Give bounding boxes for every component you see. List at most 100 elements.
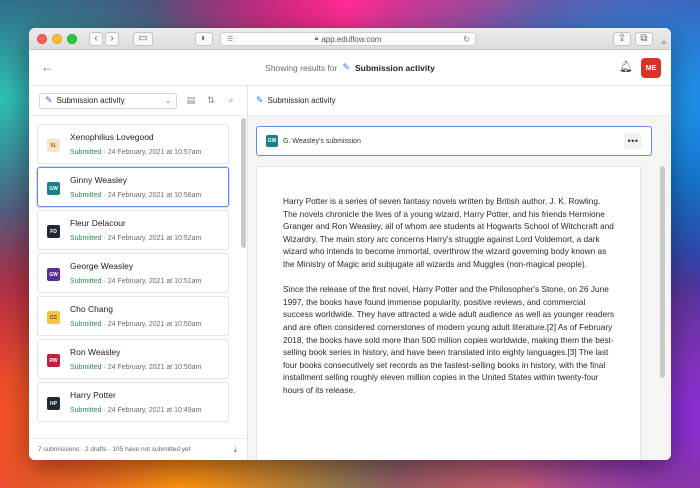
student-avatar: CC <box>47 311 60 324</box>
list-item[interactable]: XL Xenophilius Lovegood Submitted · 24 Feb… <box>37 124 229 164</box>
list-item[interactable]: GW Ginny Weasley Submitted · 24 February, … <box>37 167 229 207</box>
reload-icon[interactable]: ↻ <box>463 35 470 44</box>
student-name: Harry Potter <box>70 390 116 400</box>
submission-time: · 24 February, 2021 at 10:56am <box>101 192 202 199</box>
student-avatar: FD <box>47 225 60 238</box>
document-paragraph: Harry Potter is a series of seven fantas… <box>283 196 614 269</box>
student-avatar: GW <box>47 182 60 195</box>
tabs-icon: ⧉ <box>640 33 648 44</box>
student-avatar: XL <box>47 139 60 152</box>
submission-time: · 24 February, 2021 at 10:50am <box>101 321 202 328</box>
pen-icon: ✎ <box>45 95 53 105</box>
student-avatar: RW <box>47 354 60 367</box>
shield-icon: ◐ <box>200 33 208 44</box>
more-options-button[interactable]: ••• <box>624 133 642 149</box>
student-name: Ginny Weasley <box>70 175 128 185</box>
sort-icon[interactable]: ⇅ <box>205 95 217 106</box>
submission-status: Submitted · 24 February, 2021 at 10:50am <box>70 321 201 328</box>
submission-status: Submitted · 24 February, 2021 at 10:51am <box>70 278 201 285</box>
pen-icon: ✎ <box>342 62 350 72</box>
list-toolbar: ✎ Submission activity ⌄ ▤ ⇅ ⌕ <box>29 86 247 116</box>
arrow-left-icon[interactable]: ← <box>41 60 53 74</box>
browser-forward-button[interactable]: › <box>105 32 119 46</box>
activity-select-label: Submission activity <box>56 96 125 105</box>
bell-icon[interactable]: 🔔︎ <box>619 60 633 73</box>
sidebar-toggle-button[interactable]: ▭ <box>133 32 153 46</box>
submission-avatar: GW <box>266 135 278 147</box>
submission-header: GW G. Weasley's submission ••• <box>256 126 652 156</box>
search-icon[interactable]: ⌕ <box>225 95 237 106</box>
address-bar[interactable]: ☰ 🔒︎ app.eduflow.com ↻ <box>220 32 476 46</box>
student-name: George Weasley <box>70 261 134 271</box>
window-controls <box>37 34 77 44</box>
submission-time: · 24 February, 2021 at 10:51am <box>101 278 202 285</box>
status-badge: Submitted <box>70 235 102 242</box>
status-badge: Submitted <box>70 364 102 371</box>
submission-status: Submitted · 24 February, 2021 at 10:52am <box>70 235 201 242</box>
status-badge: Submitted <box>70 278 102 285</box>
avatar[interactable]: ME <box>641 58 661 78</box>
header-prefix: Showing results for <box>265 62 338 73</box>
minimize-window-button[interactable] <box>52 34 62 44</box>
submission-time: · 24 February, 2021 at 10:57am <box>101 149 202 156</box>
header-title: Submission activity <box>355 62 435 73</box>
tabs-overview-button[interactable]: ⧉ <box>635 32 653 46</box>
detail-toolbar: ✎ Submission activity <box>248 86 671 116</box>
submission-title: G. Weasley's submission <box>283 137 361 145</box>
url-text: app.eduflow.com <box>321 34 382 44</box>
student-avatar: GW <box>47 268 60 281</box>
document-scrollbar[interactable] <box>660 166 665 378</box>
list-scrollbar[interactable] <box>241 118 246 248</box>
zoom-window-button[interactable] <box>67 34 77 44</box>
plus-icon: + <box>660 37 668 49</box>
sidebar-icon: ▭ <box>138 33 148 44</box>
chevron-right-icon: › <box>110 33 114 44</box>
submission-summary: 7 submissions · 2 drafts · 105 have not … <box>38 446 191 453</box>
pen-icon: ✎ <box>256 95 264 105</box>
submission-time: · 24 February, 2021 at 10:52am <box>101 235 202 242</box>
chevron-left-icon: ‹ <box>94 33 98 44</box>
student-name: Cho Chang <box>70 304 114 314</box>
share-button[interactable]: ⇪ <box>613 32 631 46</box>
browser-nav: ‹ › <box>89 32 119 46</box>
more-icon: ••• <box>627 136 639 146</box>
submission-list-pane: ✎ Submission activity ⌄ ▤ ⇅ ⌕ XL Xenophil… <box>29 86 248 460</box>
submission-status: Submitted · 24 February, 2021 at 10:49am <box>70 407 201 414</box>
app-header: ← Showing results for ✎ Submission activ… <box>29 50 671 86</box>
student-avatar: HP <box>47 397 60 410</box>
reader-icon: ☰ <box>227 36 234 43</box>
submission-detail-pane: ✎ Submission activity GW G. Weasley's su… <box>248 86 671 460</box>
lock-icon: 🔒︎ <box>314 35 319 42</box>
filter-icon[interactable]: ▤ <box>185 95 197 106</box>
submission-status: Submitted · 24 February, 2021 at 10:56am <box>70 192 201 199</box>
status-badge: Submitted <box>70 192 102 199</box>
status-badge: Submitted <box>70 149 102 156</box>
page-title: Showing results for ✎ Submission activit… <box>265 62 435 73</box>
browser-back-button[interactable]: ‹ <box>89 32 103 46</box>
browser-window: ‹ › ▭ ◐ ☰ 🔒︎ app.eduflow.com ↻ ⇪ ⧉ + ← S… <box>29 28 671 460</box>
list-item[interactable]: RW Ron Weasley Submitted · 24 February, 20… <box>37 339 229 379</box>
list-item[interactable]: GW George Weasley Submitted · 24 February,… <box>37 253 229 293</box>
app-body: ✎ Submission activity ⌄ ▤ ⇅ ⌕ XL Xenophil… <box>29 86 671 460</box>
status-badge: Submitted <box>70 407 102 414</box>
status-badge: Submitted <box>70 321 102 328</box>
submission-time: · 24 February, 2021 at 10:50am <box>101 364 202 371</box>
close-window-button[interactable] <box>37 34 47 44</box>
new-tab-button[interactable]: + <box>657 36 671 50</box>
list-item[interactable]: FD Fleur Delacour Submitted · 24 February,… <box>37 210 229 250</box>
document-paragraph: Since the release of the first novel, Ha… <box>283 284 614 395</box>
activity-select[interactable]: ✎ Submission activity ⌄ <box>39 92 177 109</box>
browser-chrome: ‹ › ▭ ◐ ☰ 🔒︎ app.eduflow.com ↻ ⇪ ⧉ + <box>29 28 671 50</box>
download-icon[interactable]: ⤓ <box>233 445 237 455</box>
list-item[interactable]: HP Harry Potter Submitted · 24 February, 2… <box>37 382 229 422</box>
privacy-button[interactable]: ◐ <box>195 32 213 46</box>
list-item[interactable]: CC Cho Chang Submitted · 24 February, 2021… <box>37 296 229 336</box>
student-name: Xenophilius Lovegood <box>70 132 154 142</box>
submission-document: Harry Potter is a series of seven fantas… <box>256 166 641 460</box>
submission-time: · 24 February, 2021 at 10:49am <box>101 407 202 414</box>
detail-toolbar-label: Submission activity <box>267 96 336 105</box>
student-name: Fleur Delacour <box>70 218 126 228</box>
share-icon: ⇪ <box>617 33 627 44</box>
chevron-down-icon: ⌄ <box>165 97 171 105</box>
submission-status: Submitted · 24 February, 2021 at 10:57am <box>70 149 201 156</box>
